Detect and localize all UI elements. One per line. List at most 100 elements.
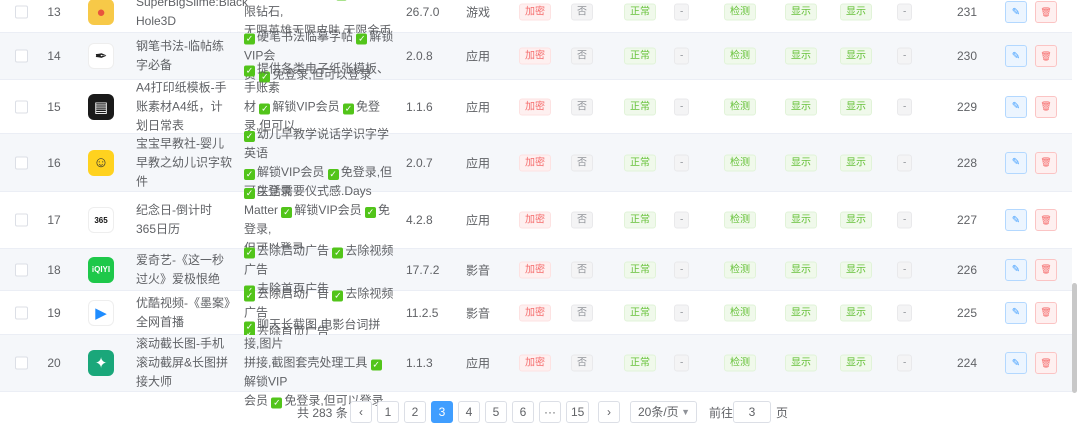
- delete-button[interactable]: 🗑: [1035, 352, 1057, 374]
- app-icon: ●: [88, 0, 114, 25]
- delete-button[interactable]: 🗑: [1035, 151, 1057, 174]
- page-button[interactable]: 15: [566, 401, 590, 423]
- trash-icon: 🗑: [1040, 357, 1052, 368]
- app-icon-glyph: ☺: [93, 154, 109, 171]
- pagination-total: 共 283 条: [297, 406, 348, 420]
- flag-tag: 否: [571, 304, 593, 321]
- flag-tag: 否: [571, 211, 593, 229]
- delete-button[interactable]: 🗑: [1035, 209, 1057, 231]
- app-icon-glyph: ●: [96, 3, 106, 21]
- app-name: SuperBigSlime:Black Hole3D: [136, 0, 249, 28]
- check-icon: ✓: [327, 168, 339, 180]
- encrypt-tag: 加密: [519, 98, 551, 115]
- delete-button[interactable]: 🗑: [1035, 45, 1057, 67]
- show-tag: 显示: [785, 354, 817, 372]
- edit-button[interactable]: ✎: [1005, 95, 1027, 118]
- pencil-icon: ✎: [1011, 101, 1021, 112]
- description-text: 提供各类电子纸张模板、手账素: [244, 61, 390, 94]
- download-count: 227: [956, 213, 978, 227]
- app-name: 优酷视频-《墨案》全网首播: [136, 295, 230, 329]
- app-icon-glyph: iQIYI: [91, 265, 111, 274]
- app-version: 1.1.3: [406, 356, 433, 370]
- show-tag: 显示: [840, 47, 872, 65]
- edit-button[interactable]: ✎: [1005, 45, 1027, 67]
- page-button[interactable]: 5: [485, 401, 507, 423]
- empty-tag: -: [897, 354, 913, 372]
- row-index: 20: [47, 356, 61, 370]
- encrypt-tag: 加密: [519, 154, 551, 171]
- app-version: 2.0.8: [406, 49, 433, 63]
- download-count: 230: [956, 49, 978, 63]
- description-text: 解锁无限钻石,: [244, 4, 284, 19]
- description-line: ✓ 去除启动广告 ✓ 去除视频广告: [244, 241, 394, 279]
- app-type: 应用: [466, 156, 491, 170]
- row-checkbox[interactable]: [15, 306, 28, 319]
- description-text: 硬笔书法临摹字帖: [257, 29, 357, 44]
- edit-button[interactable]: ✎: [1005, 258, 1027, 281]
- edit-button[interactable]: ✎: [1005, 151, 1027, 174]
- pencil-icon: ✎: [1011, 214, 1021, 226]
- page-button[interactable]: 1: [377, 401, 399, 423]
- edit-button[interactable]: ✎: [1005, 301, 1027, 324]
- page-button[interactable]: 2: [404, 401, 426, 423]
- row-checkbox[interactable]: [15, 49, 28, 63]
- check-icon: ✓: [370, 359, 382, 371]
- trash-icon: 🗑: [1040, 50, 1052, 61]
- show-tag: 显示: [785, 47, 817, 65]
- description-text: 幼儿早教学说话学识字学英语: [244, 126, 390, 160]
- next-page-button[interactable]: ›: [598, 401, 620, 423]
- check-icon: ✓: [244, 33, 255, 45]
- edit-button[interactable]: ✎: [1005, 352, 1027, 374]
- delete-button[interactable]: 🗑: [1035, 95, 1057, 118]
- check-icon: ✓: [244, 188, 255, 199]
- edit-button[interactable]: ✎: [1005, 1, 1027, 23]
- row-checkbox[interactable]: [15, 156, 28, 169]
- status-tag: 正常: [624, 47, 656, 65]
- page-size-select[interactable]: 20条/页 ▼: [630, 401, 697, 423]
- app-type: 影音: [466, 306, 491, 320]
- table-row: 17 365 纪念日-倒计时365日历 ✓ 生活需要仪式感.Days Matter ✓ 解锁…: [0, 184, 1072, 255]
- description-text: 解锁VIP会员: [272, 99, 344, 113]
- vertical-scrollbar[interactable]: [1072, 283, 1077, 393]
- table-row: 20 ✦ 滚动截长图-手机滚动截屏&长图拼接大师 ✓ 聊天长截图,电影台词拼接,图片 拼接…: [0, 318, 1072, 409]
- page-ellipsis-button[interactable]: ···: [539, 401, 561, 423]
- app-icon-glyph: ✒: [94, 48, 108, 65]
- row-index: 17: [47, 213, 61, 227]
- row-checkbox[interactable]: [15, 213, 28, 227]
- empty-tag: -: [897, 3, 913, 21]
- empty-tag: -: [897, 47, 913, 65]
- empty-tag: -: [674, 3, 690, 21]
- delete-button[interactable]: 🗑: [1035, 258, 1057, 281]
- row-checkbox[interactable]: [15, 100, 28, 113]
- empty-tag: -: [674, 211, 690, 229]
- prev-page-button[interactable]: ‹: [350, 401, 372, 423]
- encrypt-tag: 加密: [519, 3, 551, 21]
- trash-icon: 🗑: [1040, 101, 1052, 111]
- goto-page-input[interactable]: 3: [733, 401, 771, 423]
- page-button[interactable]: 4: [458, 401, 480, 423]
- show-tag: 显示: [840, 261, 872, 278]
- app-version: 2.0.7: [406, 155, 433, 170]
- page-button[interactable]: 6: [512, 401, 534, 423]
- flag-tag: 否: [571, 3, 593, 21]
- pencil-icon: ✎: [1011, 357, 1021, 369]
- show-tag: 显示: [785, 304, 817, 321]
- pencil-icon: ✎: [1011, 6, 1021, 18]
- status-tag: 正常: [624, 98, 656, 115]
- row-index: 19: [47, 305, 61, 320]
- encrypt-tag: 加密: [519, 47, 551, 65]
- page-button-active[interactable]: 3: [431, 401, 453, 423]
- edit-button[interactable]: ✎: [1005, 209, 1027, 231]
- app-type: 应用: [466, 213, 491, 228]
- detect-tag: 检测: [724, 304, 756, 321]
- app-icon-glyph: 365: [94, 215, 108, 225]
- delete-button[interactable]: 🗑: [1035, 1, 1057, 23]
- row-checkbox[interactable]: [15, 263, 28, 276]
- row-checkbox[interactable]: [15, 5, 28, 19]
- empty-tag: -: [897, 154, 913, 171]
- status-tag: 正常: [624, 211, 656, 229]
- delete-button[interactable]: 🗑: [1035, 301, 1057, 324]
- row-checkbox[interactable]: [15, 356, 28, 370]
- description-line: 拼接,截图套壳处理工具 ✓ 解锁VIP: [244, 354, 394, 392]
- app-name: 宝宝早教社-婴儿早教之幼儿识字软件: [136, 136, 233, 188]
